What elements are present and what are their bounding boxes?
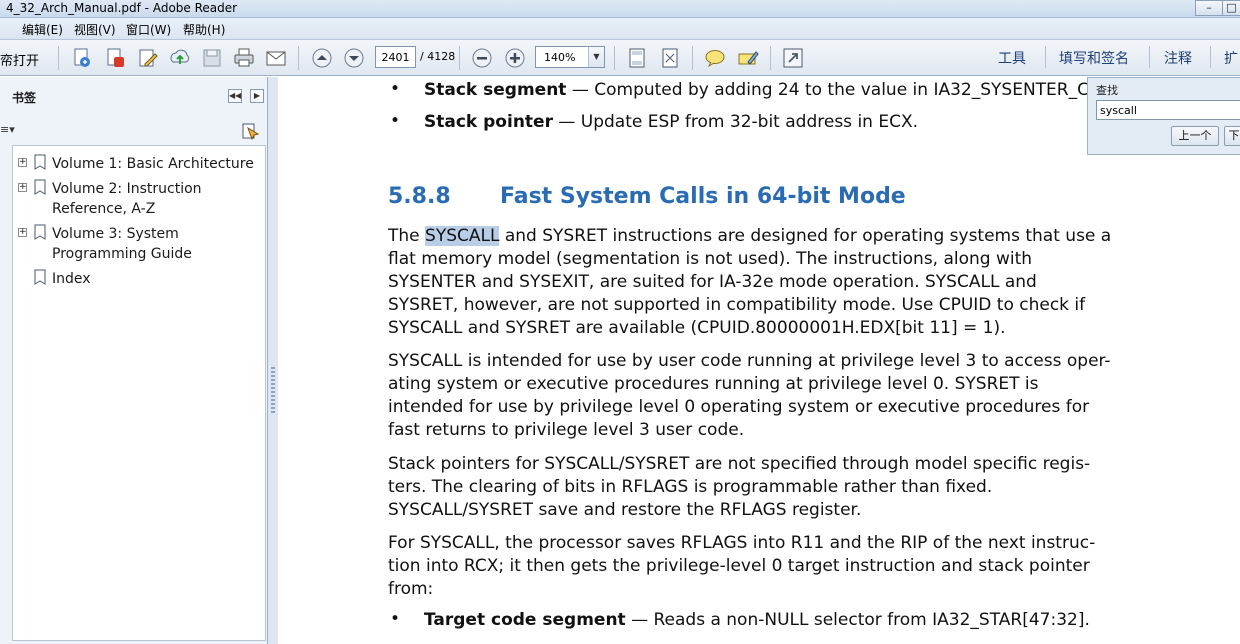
comment-pane-button[interactable]: 注释 [1164,48,1192,68]
find-label: 查找 [1096,84,1118,97]
tools-button[interactable]: 工具 [998,48,1026,68]
fit-width-icon[interactable] [658,46,682,70]
chevron-down-icon[interactable]: ▼ [588,47,604,67]
search-highlight: SYSCALL [425,226,500,246]
bookmark-label[interactable]: Volume 2: Instruction Reference, A-Z [52,179,264,219]
splitter-grip[interactable] [271,367,275,415]
toolbar-separator [58,46,59,70]
expand-icon[interactable]: + [18,228,27,237]
bullet-item: Stack pointer — Update ESP from 32-bit a… [424,112,919,132]
save-icon[interactable] [200,46,224,70]
window-title: 4_32_Arch_Manual.pdf - Adobe Reader [6,1,238,15]
open-button[interactable]: 帟打开 [0,50,39,69]
zoom-out-icon[interactable] [470,46,494,70]
create-icon[interactable] [103,46,127,70]
bookmark-item[interactable]: + Volume 1: Basic Architecture [13,152,267,176]
fit-page-icon[interactable] [625,46,649,70]
paragraph: For SYSCALL, the processor saves RFLAGS … [388,533,1096,599]
page-total: / 4128 [420,50,456,63]
menu-help[interactable]: 帮助(H) [183,21,225,38]
paragraph: The SYSCALL and SYSRET instructions are … [388,226,1112,338]
find-next-button[interactable]: 下 [1224,126,1240,146]
bookmarks-title: 书签 [12,91,37,105]
full-screen-icon[interactable] [781,46,805,70]
upload-icon[interactable] [168,46,192,70]
main-toolbar: 帟打开 [0,40,1240,76]
chevron-right-icon[interactable]: ▶ [250,89,264,103]
toolbar-separator [614,46,615,70]
menu-view[interactable]: 视图(V) [74,21,116,38]
bullet-item: Target code segment — Reads a non-NULL s… [424,610,1090,630]
find-previous-button[interactable]: 上一个 [1171,126,1219,146]
bullet-marker: • [390,111,401,131]
expand-icon[interactable]: + [18,158,27,167]
toolbar-separator [298,46,299,70]
find-panel: 查找 上一个 下 [1087,77,1240,155]
section-number: 5.8.8 [388,184,451,209]
bookmark-item[interactable]: + Volume 3: System Programming Guide [13,222,267,266]
menu-window[interactable]: 窗口(W) [126,21,171,38]
document-view: • Stack segment — Computed by adding 24 … [278,77,1240,644]
bookmark-label[interactable]: Volume 1: Basic Architecture [52,154,264,174]
bookmark-icon [33,154,47,170]
toolbar-separator [770,46,771,70]
toolbar-separator [1210,46,1211,68]
zoom-select[interactable]: 140% ▼ [535,46,605,68]
window-title-bar: 4_32_Arch_Manual.pdf - Adobe Reader – □ [0,0,1240,18]
comment-icon[interactable] [703,46,727,70]
bookmark-label[interactable]: Volume 3: System Programming Guide [52,224,264,264]
page-number-input[interactable] [375,46,416,68]
toolbar-separator [1045,46,1046,68]
print-icon[interactable] [232,46,256,70]
bookmark-options-menu[interactable]: ≡▾ [0,123,34,139]
bookmark-icon [33,269,47,285]
create-pdf-icon[interactable] [70,46,94,70]
toolbar-separator [1149,46,1150,68]
toolbar-separator [459,46,460,70]
bookmarks-panel: 书签 ◀◀ ▶ ≡▾ + Volume 1: Basic Architectur… [0,77,268,644]
bookmark-item[interactable]: Index [13,267,267,291]
minimize-button[interactable]: – [1195,0,1223,16]
menu-bar: 编辑(E) 视图(V) 窗口(W) 帮助(H) [0,18,1240,40]
section-title: Fast System Calls in 64-bit Mode [500,184,906,209]
page-down-icon[interactable] [342,46,366,70]
bullet-marker: • [390,609,401,629]
extend-button[interactable]: 扩 [1224,48,1238,68]
bookmark-tool-icon[interactable] [240,122,260,141]
bookmark-tree: + Volume 1: Basic Architecture + Volume … [12,145,266,641]
fill-sign-button[interactable]: 填写和签名 [1059,48,1129,68]
bookmark-label[interactable]: Index [52,269,264,289]
bookmark-icon [33,179,47,195]
zoom-value: 140% [544,51,576,64]
toolbar-separator [692,46,693,70]
bookmark-icon [33,224,47,240]
bullet-marker: • [390,79,401,99]
email-icon[interactable] [264,46,288,70]
expand-icon[interactable]: + [18,183,27,192]
maximize-button[interactable]: □ [1222,0,1240,16]
zoom-in-icon[interactable] [503,46,527,70]
bullet-item: Stack segment — Computed by adding 24 to… [424,80,1106,100]
paragraph: SYSCALL is intended for use by user code… [388,351,1111,440]
bookmark-item[interactable]: + Volume 2: Instruction Reference, A-Z [13,177,267,221]
find-input[interactable] [1096,100,1240,120]
highlight-icon[interactable] [736,46,760,70]
menu-edit[interactable]: 编辑(E) [22,21,63,38]
collapse-panel-icon[interactable]: ◀◀ [228,89,242,103]
panel-splitter[interactable] [268,77,278,644]
page-up-icon[interactable] [310,46,334,70]
paragraph: Stack pointers for SYSCALL/SYSRET are no… [388,454,1091,520]
edit-icon[interactable] [136,46,160,70]
